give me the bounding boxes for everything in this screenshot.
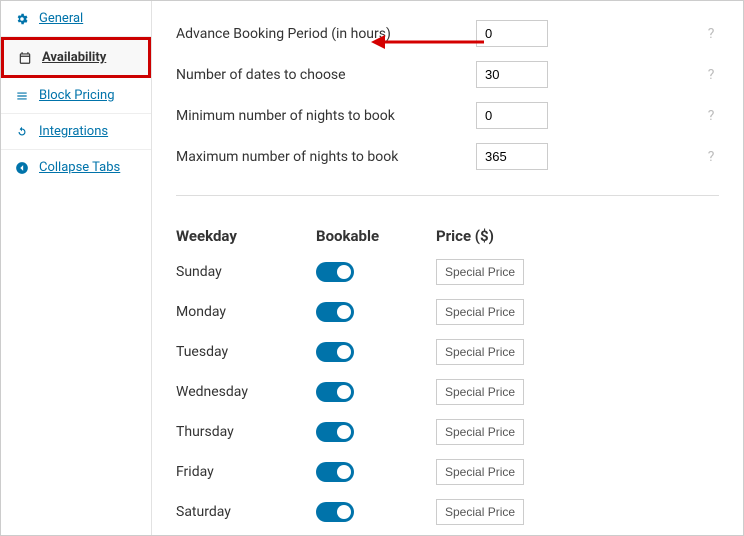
table-row: Thursday Special Price: [176, 412, 719, 452]
weekday-name: Friday: [176, 464, 316, 480]
sidebar: General Availability Block Pricing Integ…: [1, 1, 152, 535]
sidebar-item-availability[interactable]: Availability: [1, 37, 151, 78]
calendar-icon: [18, 51, 32, 65]
weekday-name: Thursday: [176, 424, 316, 440]
field-row-advance: Advance Booking Period (in hours) ?: [176, 13, 719, 54]
bookable-toggle-sunday[interactable]: [316, 262, 354, 282]
special-price-button-saturday[interactable]: Special Price: [436, 499, 524, 525]
refresh-icon: [15, 125, 29, 139]
special-price-button-friday[interactable]: Special Price: [436, 459, 524, 485]
field-label: Maximum number of nights to book: [176, 149, 476, 165]
col-header-price: Price ($): [436, 227, 556, 245]
main-panel: Advance Booking Period (in hours) ? Numb…: [152, 1, 743, 535]
help-icon[interactable]: ?: [703, 26, 719, 42]
special-price-button-thursday[interactable]: Special Price: [436, 419, 524, 445]
sidebar-item-label: Integrations: [39, 124, 108, 139]
special-price-button-monday[interactable]: Special Price: [436, 299, 524, 325]
sidebar-item-collapse[interactable]: Collapse Tabs: [1, 150, 151, 185]
table-row: Wednesday Special Price: [176, 372, 719, 412]
table-row: Monday Special Price: [176, 292, 719, 332]
help-icon[interactable]: ?: [703, 149, 719, 165]
min-nights-input[interactable]: [476, 102, 548, 129]
bookable-toggle-wednesday[interactable]: [316, 382, 354, 402]
dates-choose-input[interactable]: [476, 61, 548, 88]
bookable-toggle-tuesday[interactable]: [316, 342, 354, 362]
weekday-table-header: Weekday Bookable Price ($): [176, 220, 719, 252]
table-row: Sunday Special Price: [176, 252, 719, 292]
special-price-button-tuesday[interactable]: Special Price: [436, 339, 524, 365]
sidebar-item-label: General: [39, 11, 83, 26]
bookable-toggle-saturday[interactable]: [316, 502, 354, 522]
fields-section: Advance Booking Period (in hours) ? Numb…: [176, 13, 719, 196]
max-nights-input[interactable]: [476, 143, 548, 170]
help-icon[interactable]: ?: [703, 67, 719, 83]
bookable-toggle-friday[interactable]: [316, 462, 354, 482]
sidebar-item-integrations[interactable]: Integrations: [1, 114, 151, 150]
field-row-min: Minimum number of nights to book ?: [176, 95, 719, 136]
field-row-max: Maximum number of nights to book ?: [176, 136, 719, 177]
field-row-dates: Number of dates to choose ?: [176, 54, 719, 95]
list-icon: [15, 89, 29, 103]
field-label: Minimum number of nights to book: [176, 108, 476, 124]
weekday-name: Tuesday: [176, 344, 316, 360]
weekday-table: Weekday Bookable Price ($) Sunday Specia…: [176, 220, 719, 532]
col-header-bookable: Bookable: [316, 227, 436, 245]
table-row: Friday Special Price: [176, 452, 719, 492]
arrow-left-circle-icon: [15, 161, 29, 175]
field-label: Number of dates to choose: [176, 67, 476, 83]
bookable-toggle-thursday[interactable]: [316, 422, 354, 442]
col-header-weekday: Weekday: [176, 227, 316, 245]
help-icon[interactable]: ?: [703, 108, 719, 124]
gear-icon: [15, 12, 29, 26]
weekday-name: Wednesday: [176, 384, 316, 400]
advance-booking-input[interactable]: [476, 20, 548, 47]
weekday-name: Sunday: [176, 264, 316, 280]
sidebar-item-label: Collapse Tabs: [39, 160, 120, 175]
special-price-button-sunday[interactable]: Special Price: [436, 259, 524, 285]
weekday-name: Monday: [176, 304, 316, 320]
sidebar-item-block-pricing[interactable]: Block Pricing: [1, 78, 151, 114]
special-price-button-wednesday[interactable]: Special Price: [436, 379, 524, 405]
field-label: Advance Booking Period (in hours): [176, 26, 476, 42]
sidebar-item-general[interactable]: General: [1, 1, 151, 37]
weekday-name: Saturday: [176, 504, 316, 520]
sidebar-item-label: Availability: [42, 50, 106, 65]
table-row: Tuesday Special Price: [176, 332, 719, 372]
bookable-toggle-monday[interactable]: [316, 302, 354, 322]
table-row: Saturday Special Price: [176, 492, 719, 532]
sidebar-item-label: Block Pricing: [39, 88, 115, 103]
